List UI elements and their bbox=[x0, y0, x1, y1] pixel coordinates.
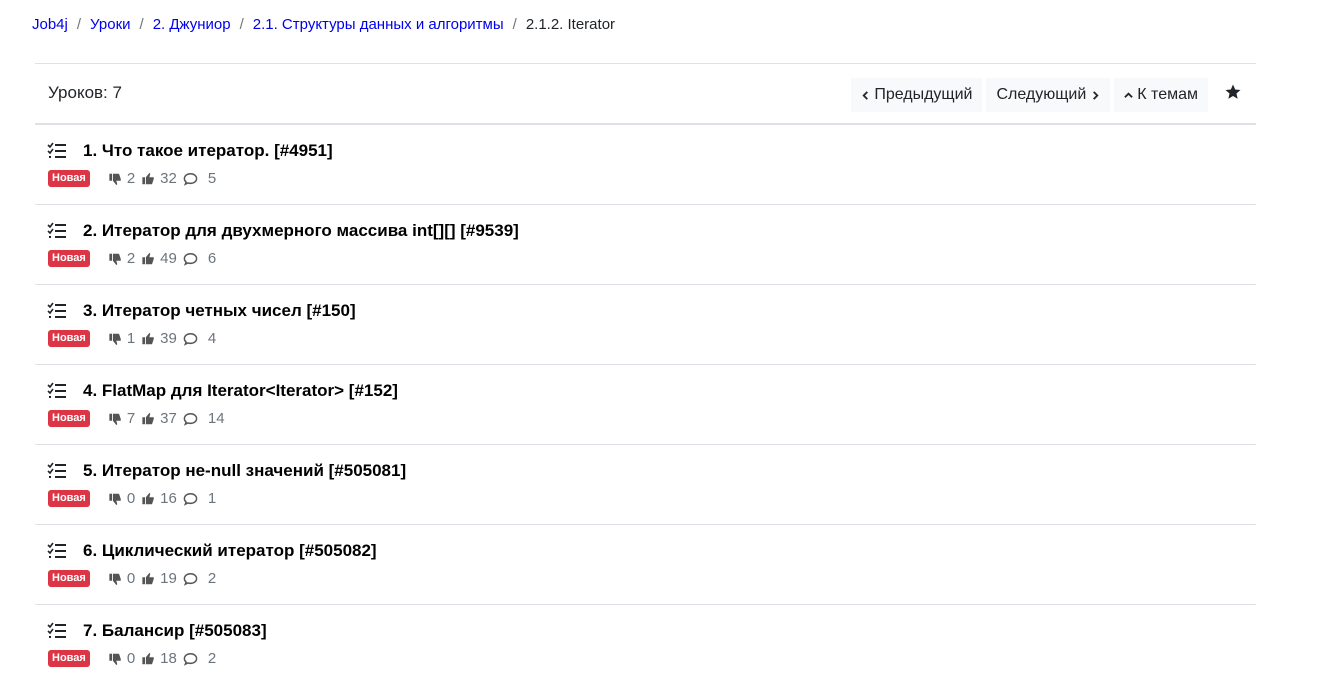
lesson-title-link[interactable]: 3. Итератор четных чисел [#150] bbox=[83, 301, 356, 321]
breadcrumb-link-job4j[interactable]: Job4j bbox=[32, 16, 68, 33]
breadcrumb-link-data-structures[interactable]: 2.1. Структуры данных и алгоритмы bbox=[253, 16, 504, 33]
lesson-title-link[interactable]: 6. Циклический итератор [#505082] bbox=[83, 541, 377, 561]
topics-button[interactable]: К темам bbox=[1114, 78, 1208, 112]
comments-icon[interactable] bbox=[183, 492, 198, 506]
lesson-item[interactable]: 7. Балансир [#505083] Новая 0 18 2 bbox=[35, 605, 1256, 685]
comments-count: 4 bbox=[207, 330, 217, 347]
comments-count: 2 bbox=[207, 570, 217, 587]
thumbs-up-icon[interactable] bbox=[141, 332, 156, 346]
lesson-item[interactable]: 6. Циклический итератор [#505082] Новая … bbox=[35, 525, 1256, 605]
tasks-icon bbox=[47, 462, 67, 480]
status-badge: Новая bbox=[48, 650, 90, 667]
status-badge: Новая bbox=[48, 330, 90, 347]
tasks-icon bbox=[47, 382, 67, 400]
comments-count: 1 bbox=[207, 490, 217, 507]
status-badge: Новая bbox=[48, 250, 90, 267]
thumbs-down-icon[interactable] bbox=[108, 252, 123, 266]
tasks-icon bbox=[47, 222, 67, 240]
thumbs-down-icon[interactable] bbox=[108, 572, 123, 586]
thumbs-up-icon[interactable] bbox=[141, 572, 156, 586]
comments-icon[interactable] bbox=[183, 252, 198, 266]
lessons-count: Уроков: 7 bbox=[48, 83, 122, 102]
tasks-icon bbox=[47, 542, 67, 560]
next-button[interactable]: Следующий bbox=[986, 78, 1111, 112]
dislikes-count: 7 bbox=[126, 410, 136, 427]
breadcrumb-link-junior[interactable]: 2. Джуниор bbox=[153, 16, 231, 33]
topics-label: К темам bbox=[1137, 86, 1198, 103]
chevron-left-icon bbox=[862, 90, 869, 100]
status-badge: Новая bbox=[48, 170, 90, 187]
status-badge: Новая bbox=[48, 570, 90, 587]
lesson-title-link[interactable]: 2. Итератор для двухмерного массива int[… bbox=[83, 221, 519, 241]
comments-icon[interactable] bbox=[183, 572, 198, 586]
breadcrumb-separator: / bbox=[76, 16, 82, 33]
previous-button[interactable]: Предыдущий bbox=[851, 78, 983, 112]
likes-count: 37 bbox=[160, 410, 177, 427]
comments-count: 6 bbox=[207, 250, 217, 267]
likes-count: 49 bbox=[160, 250, 177, 267]
breadcrumb-separator: / bbox=[512, 16, 517, 33]
tasks-icon bbox=[47, 622, 67, 640]
thumbs-down-icon[interactable] bbox=[108, 172, 123, 186]
comments-count: 14 bbox=[207, 410, 225, 427]
likes-count: 32 bbox=[160, 170, 177, 187]
comments-count: 5 bbox=[207, 170, 217, 187]
lesson-item[interactable]: 1. Что такое итератор. [#4951] Новая 2 3… bbox=[35, 125, 1256, 205]
status-badge: Новая bbox=[48, 410, 90, 427]
chevron-up-icon bbox=[1124, 91, 1134, 98]
lesson-item[interactable]: 3. Итератор четных чисел [#150] Новая 1 … bbox=[35, 285, 1256, 365]
thumbs-up-icon[interactable] bbox=[141, 652, 156, 666]
star-icon[interactable] bbox=[1224, 83, 1242, 101]
likes-count: 16 bbox=[160, 490, 177, 507]
tasks-icon bbox=[47, 302, 67, 320]
comments-icon[interactable] bbox=[183, 652, 198, 666]
dislikes-count: 0 bbox=[126, 490, 136, 507]
likes-count: 18 bbox=[160, 650, 177, 667]
breadcrumb-separator: / bbox=[239, 16, 244, 33]
next-label: Следующий bbox=[996, 86, 1087, 103]
breadcrumb-current: 2.1.2. Iterator bbox=[525, 16, 616, 33]
dislikes-count: 2 bbox=[126, 250, 136, 267]
chevron-right-icon bbox=[1093, 90, 1099, 100]
likes-count: 19 bbox=[160, 570, 177, 587]
tasks-icon bbox=[47, 142, 67, 160]
lesson-title-link[interactable]: 1. Что такое итератор. [#4951] bbox=[83, 141, 333, 161]
lessons-panel: Уроков: 7 Предыдущий Следующий К темам 1… bbox=[35, 63, 1256, 685]
comments-count: 2 bbox=[207, 650, 217, 667]
thumbs-down-icon[interactable] bbox=[108, 332, 123, 346]
thumbs-down-icon[interactable] bbox=[108, 412, 123, 426]
comments-icon[interactable] bbox=[183, 412, 198, 426]
lesson-item[interactable]: 4. FlatMap для Iterator<Iterator> [#152]… bbox=[35, 365, 1256, 445]
breadcrumb: Job4j / Уроки / 2. Джуниор / 2.1. Структ… bbox=[32, 16, 615, 33]
lesson-title-link[interactable]: 5. Итератор не-null значений [#505081] bbox=[83, 461, 406, 481]
thumbs-down-icon[interactable] bbox=[108, 492, 123, 506]
thumbs-up-icon[interactable] bbox=[141, 412, 156, 426]
thumbs-down-icon[interactable] bbox=[108, 652, 123, 666]
dislikes-count: 0 bbox=[126, 650, 136, 667]
breadcrumb-separator: / bbox=[139, 16, 144, 33]
lesson-item[interactable]: 2. Итератор для двухмерного массива int[… bbox=[35, 205, 1256, 285]
nav-buttons: Предыдущий Следующий К темам bbox=[847, 78, 1242, 112]
thumbs-up-icon[interactable] bbox=[141, 492, 156, 506]
comments-icon[interactable] bbox=[183, 332, 198, 346]
previous-label: Предыдущий bbox=[874, 86, 973, 103]
breadcrumb-link-lessons[interactable]: Уроки bbox=[90, 16, 130, 33]
comments-icon[interactable] bbox=[183, 172, 198, 186]
lesson-list: 1. Что такое итератор. [#4951] Новая 2 3… bbox=[35, 125, 1256, 685]
thumbs-up-icon[interactable] bbox=[141, 252, 156, 266]
lesson-title-link[interactable]: 4. FlatMap для Iterator<Iterator> [#152] bbox=[83, 381, 398, 401]
thumbs-up-icon[interactable] bbox=[141, 172, 156, 186]
lesson-item[interactable]: 5. Итератор не-null значений [#505081] Н… bbox=[35, 445, 1256, 525]
likes-count: 39 bbox=[160, 330, 177, 347]
status-badge: Новая bbox=[48, 490, 90, 507]
lesson-title-link[interactable]: 7. Балансир [#505083] bbox=[83, 621, 267, 641]
dislikes-count: 1 bbox=[126, 330, 136, 347]
dislikes-count: 0 bbox=[126, 570, 136, 587]
panel-header: Уроков: 7 Предыдущий Следующий К темам bbox=[35, 63, 1256, 125]
dislikes-count: 2 bbox=[126, 170, 136, 187]
